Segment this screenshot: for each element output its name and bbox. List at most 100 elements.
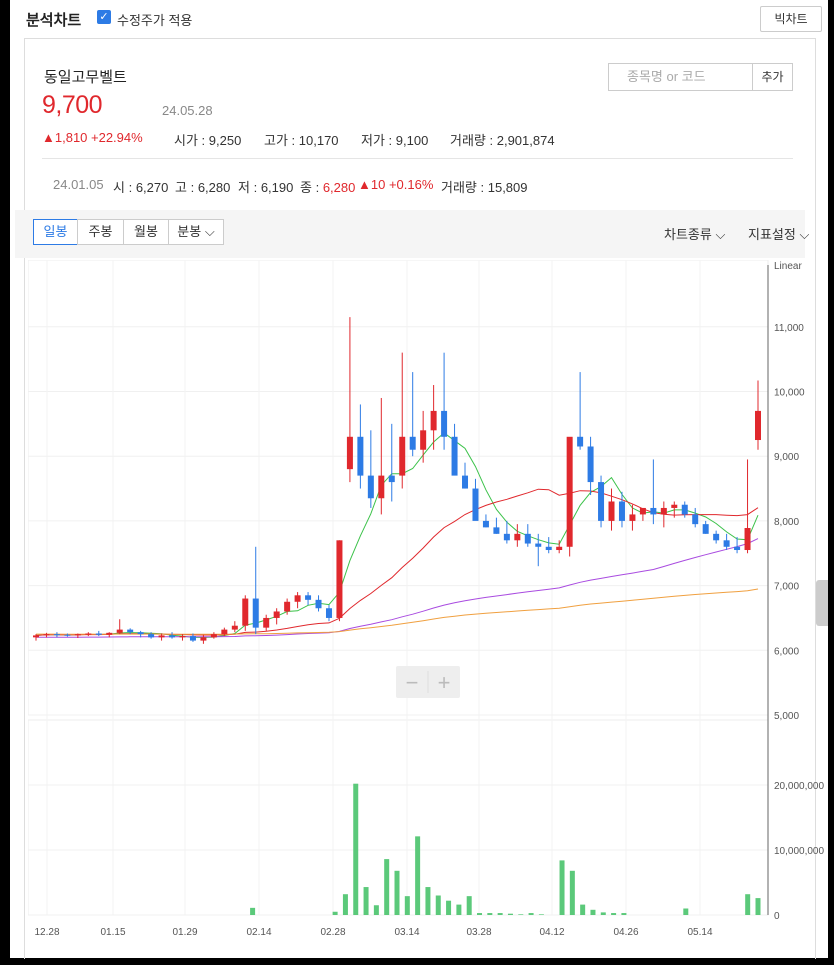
zoom-out-button[interactable]: − [406, 670, 419, 695]
adjusted-price-label[interactable]: 수정주가 적용 [117, 10, 192, 29]
candle [545, 546, 552, 551]
candle [106, 632, 113, 635]
candle [346, 436, 353, 470]
candle [367, 475, 374, 499]
tab-daily[interactable]: 일봉 [33, 219, 78, 245]
price-tick-label: 6,000 [774, 646, 799, 657]
chart-grid [28, 260, 769, 916]
history-open-label: 시 [113, 180, 125, 195]
candle [200, 637, 207, 641]
chart-type-dropdown[interactable]: 차트종류 ⌵ [664, 224, 725, 243]
high-value: 10,170 [298, 133, 339, 148]
volume-tick-label: 10,000,000 [774, 846, 824, 857]
zoom-in-button[interactable]: + [438, 670, 451, 695]
candle [33, 635, 39, 638]
candle [127, 629, 134, 633]
price-tick-label: 9,000 [774, 452, 799, 463]
volume-bar [528, 913, 534, 915]
volume-bar [363, 887, 369, 915]
candle [315, 599, 322, 609]
candle [74, 634, 81, 636]
volume-bar [518, 914, 524, 915]
candle [514, 533, 521, 541]
chart-axis: Linear 11,000 10,000 9,000 8,000 7,000 6,000 5,… [34, 261, 824, 938]
volume-bar [435, 895, 441, 915]
volume-bar [559, 860, 565, 915]
volume-bar [745, 894, 751, 915]
candle [556, 546, 563, 551]
candle [755, 410, 761, 441]
tab-minute[interactable]: 분봉 ⌵ [168, 219, 224, 245]
candle [451, 436, 458, 476]
divider [42, 158, 793, 159]
candle [692, 514, 699, 525]
candle [378, 475, 385, 499]
x-tick-label: 02.28 [320, 927, 345, 938]
candle [713, 533, 720, 541]
big-chart-button[interactable]: 빅차트 [760, 6, 822, 32]
candle [462, 475, 469, 489]
candle [294, 595, 301, 602]
ma20-line [35, 488, 759, 636]
x-tick-label: 02.14 [246, 927, 271, 938]
candle [148, 634, 155, 638]
volume-bar [373, 905, 379, 915]
volume-bar [353, 783, 359, 915]
history-low-label: 저 [238, 180, 250, 195]
candle [242, 598, 249, 626]
volume-bar [611, 913, 617, 915]
candle [430, 410, 437, 431]
volume-bar [590, 909, 596, 915]
stock-chart[interactable]: Linear 11,000 10,000 9,000 8,000 7,000 6,000 5,… [28, 260, 828, 940]
history-volume-value: 15,809 [487, 180, 528, 195]
indicator-dropdown[interactable]: 지표설정 ⌵ [748, 224, 809, 243]
volume-bar [569, 870, 575, 915]
volume-bar [456, 904, 462, 915]
open-value: 9,250 [208, 133, 242, 148]
volume-bar [466, 896, 472, 915]
volume-bar [415, 836, 421, 915]
x-tick-label: 01.15 [100, 927, 125, 938]
volume-bar [384, 859, 390, 915]
add-button[interactable]: 추가 [753, 63, 793, 91]
volume-bar [755, 898, 761, 915]
candle [305, 595, 312, 600]
tab-monthly[interactable]: 월봉 [123, 219, 169, 245]
price-change: ▲1,810 +22.94% [42, 130, 143, 145]
history-high: 고 : 6,280 [175, 180, 231, 195]
tab-weekly[interactable]: 주봉 [77, 219, 124, 245]
volume-bar [487, 913, 493, 915]
volume-label: 거래량 [450, 133, 486, 148]
x-tick-label: 03.28 [466, 927, 491, 938]
app-title: 분석차트 [26, 12, 82, 29]
history-close-value: 6,280 [322, 180, 356, 195]
candle [587, 446, 594, 483]
ma60-line [36, 538, 759, 638]
x-tick-label: 05.14 [687, 927, 712, 938]
candle [566, 436, 573, 547]
side-scroll-handle[interactable] [816, 580, 828, 626]
high-label: 고가 [264, 133, 288, 148]
candle [210, 634, 217, 638]
history-open-value: 6,270 [135, 180, 169, 195]
candle [681, 504, 688, 515]
adjusted-price-checkbox[interactable]: ✓ [97, 10, 111, 24]
scale-label: Linear [774, 261, 802, 272]
candle [284, 601, 291, 612]
candle [116, 629, 123, 633]
candle [95, 633, 102, 635]
volume-tick-label: 20,000,000 [774, 781, 824, 792]
candle [399, 436, 406, 476]
candle [43, 634, 50, 636]
history-close-label: 종 [300, 180, 312, 195]
candle [388, 475, 395, 483]
candle [598, 482, 605, 521]
zoom-controls[interactable]: − + [396, 666, 460, 698]
price-date: 24.05.28 [162, 103, 213, 118]
candle [231, 625, 238, 630]
volume-bar [621, 913, 627, 915]
candle [336, 540, 343, 618]
history-high-label: 고 [175, 180, 187, 195]
candle [409, 436, 416, 450]
search-input[interactable]: 종목명 or 코드 [608, 63, 753, 91]
